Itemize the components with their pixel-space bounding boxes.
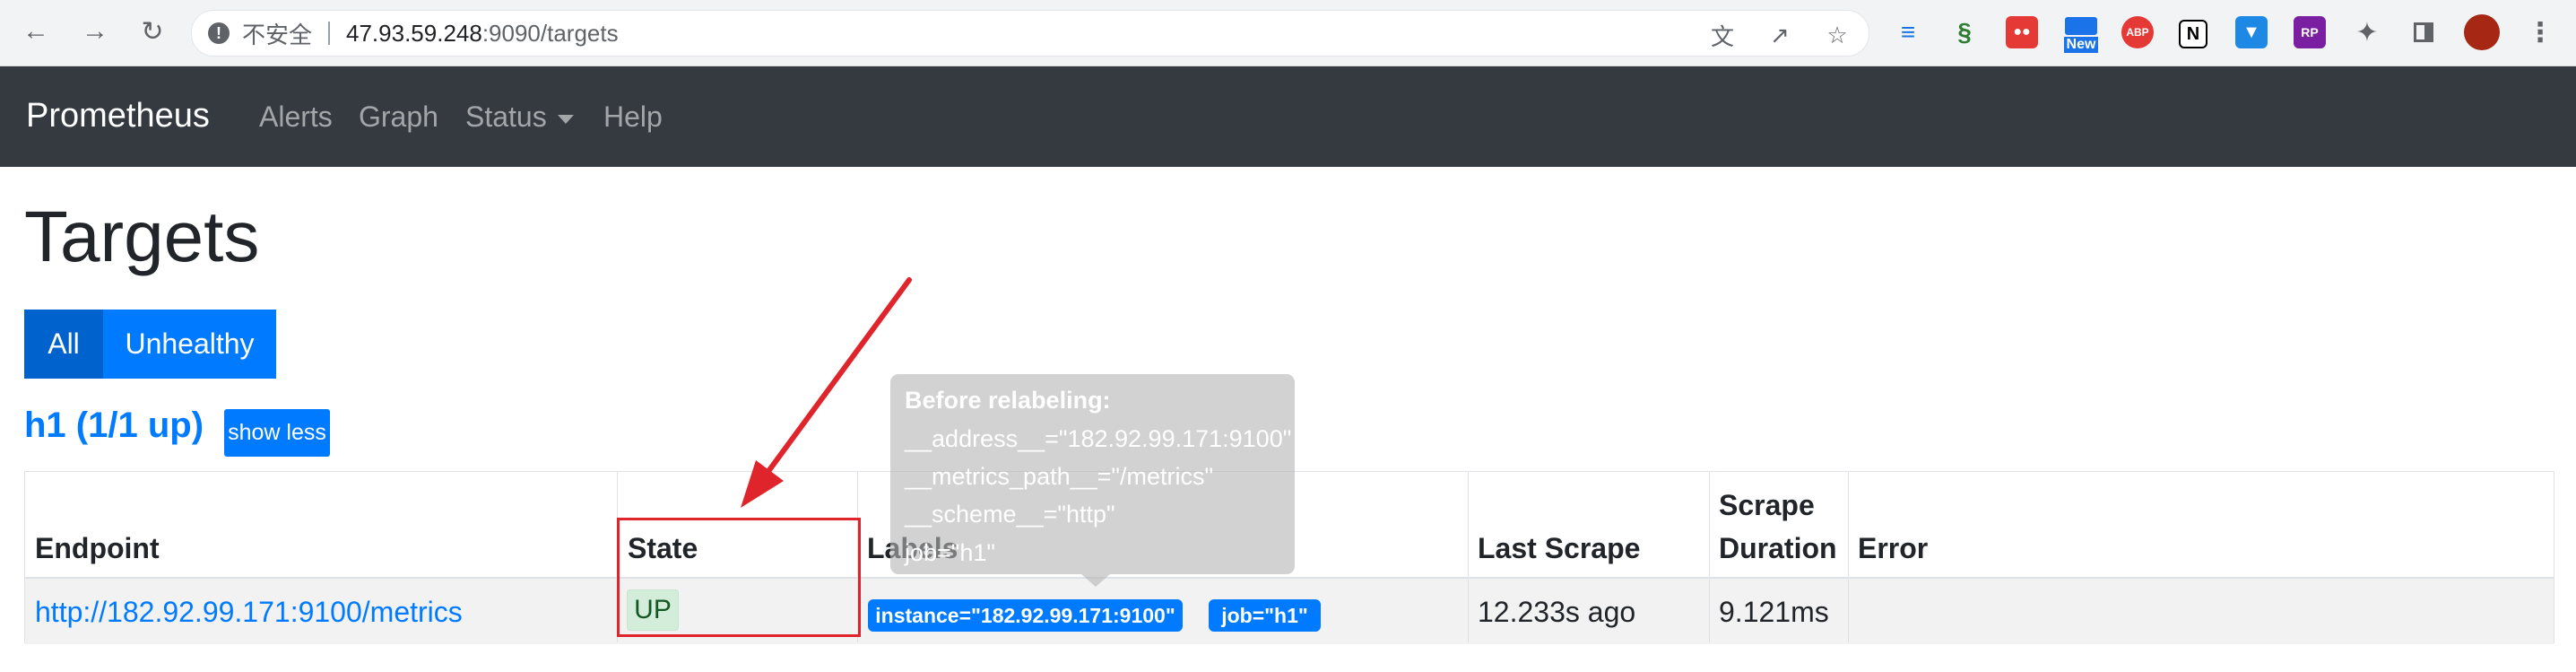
annotation-arrow: [741, 277, 912, 508]
annotation-arrow-head: [741, 460, 784, 508]
annotation-arrow-shaft: [764, 277, 912, 476]
